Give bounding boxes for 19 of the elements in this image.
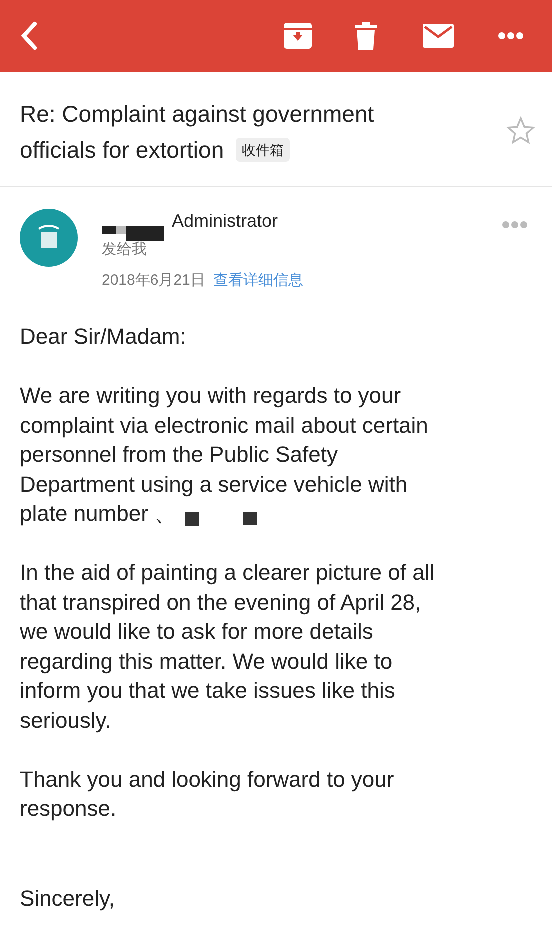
- more-icon[interactable]: [498, 32, 524, 40]
- email-date: 2018年6月21日: [102, 270, 206, 290]
- body-line: plate number 、: [20, 500, 177, 528]
- sender-name: Administrator: [172, 210, 278, 233]
- back-icon[interactable]: [20, 21, 38, 51]
- body-paragraph: Thank you and looking forward to your response.: [20, 766, 394, 823]
- archive-icon[interactable]: [283, 22, 313, 50]
- trash-icon[interactable]: [355, 22, 377, 50]
- avatar-icon: [20, 209, 78, 267]
- inbox-label[interactable]: 收件箱: [236, 138, 290, 162]
- body-paragraph: Sincerely,: [20, 884, 115, 913]
- recipient-text: 发给我: [102, 240, 148, 260]
- subject-line: Re: Complaint against government: [20, 100, 374, 129]
- redaction-mark: [102, 223, 164, 241]
- subject-line: officials for extortion: [20, 136, 224, 165]
- star-icon[interactable]: [506, 116, 536, 146]
- body-paragraph: In the aid of painting a clearer picture of all that transpired on the evening of April 28, we would like to ask for more details regarding this matter. We would like to inform you that we take issues like this seriously.: [20, 559, 435, 735]
- mail-icon[interactable]: [423, 24, 454, 48]
- body-paragraph: Dear Sir/Madam:: [20, 323, 186, 351]
